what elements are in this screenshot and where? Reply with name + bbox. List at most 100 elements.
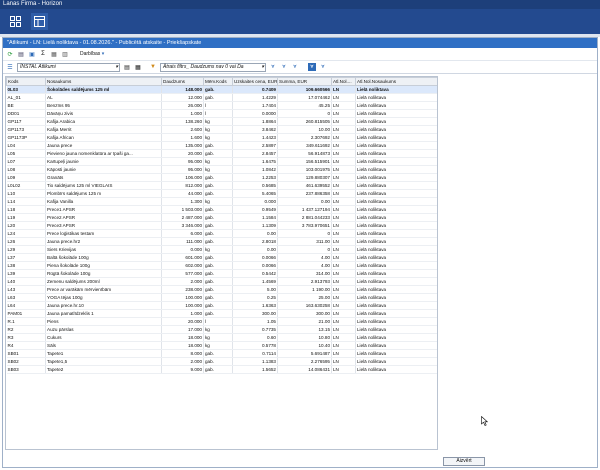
dashboard-icon[interactable] [7, 13, 24, 30]
table-row[interactable]: L10 Plombīrs saldējums 125 m 44.000 gab. 5.4… [6, 189, 437, 198]
table-row[interactable]: L08 Kāposti jaunie 95.000 kg 1.0842 103.00197… [6, 165, 437, 174]
table-cell: gab. [203, 285, 233, 294]
funnel-add-icon[interactable]: ⩔ [280, 63, 288, 71]
funnel-active-icon[interactable]: ⩔ [308, 63, 316, 71]
col-header[interactable]: Kods [6, 77, 46, 86]
table-row[interactable]: L20 Prece3 APSR 3 346.000 gab. 1.1309 3 783.9… [6, 221, 437, 230]
col-header[interactable]: Summa, EUR [277, 77, 332, 86]
table-row[interactable]: L09 Granāts 106.000 gab. 1.2253 129.880307 LN L… [6, 173, 437, 182]
filter-icon[interactable]: ▼ [149, 63, 157, 71]
table-cell: L37 [6, 253, 46, 262]
darbibas-menu[interactable]: Darbības ▾ [80, 51, 104, 57]
table-cell: 1.0842 [232, 165, 278, 174]
table-row[interactable]: L29 Siers Krievijas 0.000 kg 0.00 0 LN Lielā no… [6, 245, 437, 254]
table-row[interactable]: L04 Jauna prece 135.000 gab. 2.5897 349.61169… [6, 141, 437, 150]
table-cell: Baltā šokolāde 100g [45, 253, 162, 262]
col-header[interactable]: Daudzums [161, 77, 204, 86]
table-cell: 0.5778 [232, 341, 278, 350]
table-cell: L40 [6, 277, 46, 286]
close-button[interactable]: Aizvērt [443, 457, 485, 466]
table-cell: 18.000 [161, 333, 204, 342]
table-row[interactable]: L05 Pievieno jauna nomenklatūra ar īpaši … [6, 149, 437, 158]
table-cell: 1.6363 [232, 301, 278, 310]
col-header[interactable]: Nosaukums [45, 77, 162, 86]
table-cell: AL [45, 93, 162, 102]
table-cell: LN [331, 349, 356, 358]
funnel-edit-icon[interactable]: ⩔ [291, 63, 299, 71]
table-cell: 17.000 [161, 325, 204, 334]
table-cell: 1 503.000 [161, 205, 204, 214]
table-row[interactable]: R2 Auzu pārslas 17.000 kg 0.7735 13.15 LN Lielā… [6, 325, 437, 334]
table-row[interactable]: L64 Jauna prece.hr.10 100.000 gab. 1.6363 163… [6, 301, 437, 310]
table-cell: Lielā noliktava [355, 109, 437, 118]
table-cell: DD01 [6, 109, 46, 118]
table-row[interactable]: DD01 Dāvāņu zivis 1.000 l 0.0000 0 LN Lielā nol… [6, 109, 437, 118]
table-row[interactable]: SB03 Tapete2 9.000 gab. 1.5652 14.086431 LN Lie… [6, 365, 437, 374]
table-row[interactable]: BE Benzīns 95 26.000 l 1.7404 45.25 LN Lielā no… [6, 101, 437, 110]
table-row[interactable]: L24 Prece loģistikas testam 6.000 gab. 0.00 0… [6, 229, 437, 238]
table-cell: 0 [277, 109, 332, 118]
table-row[interactable]: L07 Kartupeļi jaunie 95.000 kg 1.6475 156.515… [6, 157, 437, 166]
table-row[interactable]: L0L02 Tio saldējums 125 ml VIEGLAIS 812.00… [6, 181, 437, 190]
table-cell: gab. [203, 221, 233, 230]
table-row[interactable]: AL_01 AL 12.000 gab. 1.4229 17.074462 LN Lielā … [6, 93, 437, 102]
table-row[interactable]: SB01 Tapete1 8.000 gab. 0.7114 5.691487 LN Liel… [6, 349, 437, 358]
col-header[interactable]: Uzskaites cena, EUR [232, 77, 278, 86]
filter-select[interactable]: Ātrais filtrs_ Daudzums nav 0 vai Da ▾ [160, 62, 266, 72]
table-cell: Lielā noliktava [355, 245, 437, 254]
table-cell: Lielā noliktava [355, 181, 437, 190]
table-row[interactable]: L14 Kafija Vanilla 1.300 kg 0.000 0.00 LN Lielā… [6, 197, 437, 206]
table-cell: 18.000 [161, 341, 204, 350]
table-row[interactable]: L37 Baltā šokolāde 100g 601.000 gab. 0.0066 4… [6, 253, 437, 262]
app-title: Lanas Firma - Horizon [3, 1, 63, 7]
table-row[interactable]: L43 Prece ar varākām mērvienībām 238.000 ga… [6, 285, 437, 294]
export-icon[interactable]: ▣ [28, 50, 36, 58]
table-row[interactable]: R3 Cukurs 18.000 kg 0.60 10.80 LN Lielā nolikta… [6, 333, 437, 342]
mouse-cursor-icon [481, 415, 489, 428]
layout-select[interactable]: ĪNSTAL Atlikumi ▾ [17, 62, 120, 72]
table-cell: 1.4229 [232, 93, 278, 102]
sum-icon[interactable]: Σ [39, 50, 47, 58]
table-row[interactable]: 0L03 Šokolādes saldējums 125 ml 148.000 gab… [6, 85, 437, 94]
layout-options-icon[interactable]: ▦ [134, 63, 142, 71]
funnel-settings-icon[interactable]: ⩔ [319, 63, 327, 71]
table-row[interactable]: L63 YOGA tējas 100g 100.000 gab. 0.25 25.00 LN… [6, 293, 437, 302]
table-row[interactable]: L38 Piena šokolāde 100g 602.000 gab. 0.0066 4… [6, 261, 437, 270]
report-window-icon[interactable] [31, 13, 48, 30]
table-cell: gab. [203, 93, 233, 102]
table-cell: Lielā noliktava [355, 293, 437, 302]
layout-icon[interactable]: ▥ [61, 50, 69, 58]
print-icon[interactable]: ▤ [17, 50, 25, 58]
table-row[interactable]: L26 Jauna prece.hr2 111.000 gab. 2.8018 311.0… [6, 237, 437, 246]
table-row[interactable]: L40 Zemenu saldējums 200ml 2.000 gab. 1.4569… [6, 277, 437, 286]
table-cell: L07 [6, 157, 46, 166]
table-row[interactable]: PAM01 Jauna pamatlīdzeklis 1 1.000 gab. 300.… [6, 309, 437, 318]
table-row[interactable]: GP1173P Kafija African 1.600 kg 1.4423 2.3076… [6, 133, 437, 142]
col-header[interactable]: Atl.Nol.Nosaukums [355, 77, 437, 86]
table-row[interactable]: R4 Sāls 18.000 kg 0.5778 10.40 LN Lielā nolikta… [6, 341, 437, 350]
layout-save-icon[interactable]: ▤ [123, 63, 131, 71]
table-cell: gab. [203, 189, 233, 198]
col-header[interactable]: Atl.Nol.... [331, 77, 356, 86]
table-cell: 10.00 [277, 125, 332, 134]
table-row[interactable]: R.1 Piens 20.000 l 1.05 21.00 LN Lielā noliktav… [6, 317, 437, 326]
grid-icon[interactable]: ▦ [50, 50, 58, 58]
table-cell: Kartupeļi jaunie [45, 157, 162, 166]
table-cell: 12.000 [161, 93, 204, 102]
table-row[interactable]: GP117 Kafija Arabica 138.260 kg 1.8864 260.81… [6, 117, 437, 126]
table-cell: LN [331, 165, 356, 174]
table-cell: 1.000 [161, 309, 204, 318]
table-row[interactable]: SB02 Tapete1,5 2.000 gab. 1.1383 2.276595 LN Li… [6, 357, 437, 366]
table-row[interactable]: L18 Prece1 APSR 1 503.000 gab. 0.9549 1 437.1… [6, 205, 437, 214]
table-row[interactable]: GP1173 Kafija Merrit 2.600 kg 3.8462 10.00 LN L… [6, 125, 437, 134]
table-row[interactable]: L39 Rūgtā šokolāde 100g 577.000 gab. 0.5442 3… [6, 269, 437, 278]
table-cell: Kāposti jaunie [45, 165, 162, 174]
refresh-icon[interactable]: ⟳ [6, 50, 14, 58]
table-row[interactable]: L19 Prece2 APSR 2 487.000 gab. 1.1584 2 881.0… [6, 213, 437, 222]
table-cell: 0.5685 [232, 181, 278, 190]
table-cell: Lielā noliktava [355, 341, 437, 350]
table-cell: 601.000 [161, 253, 204, 262]
table-cell: LN [331, 253, 356, 262]
col-header[interactable]: Mērv.Kods [203, 77, 233, 86]
funnel-clear-icon[interactable]: ⩔ [269, 63, 277, 71]
